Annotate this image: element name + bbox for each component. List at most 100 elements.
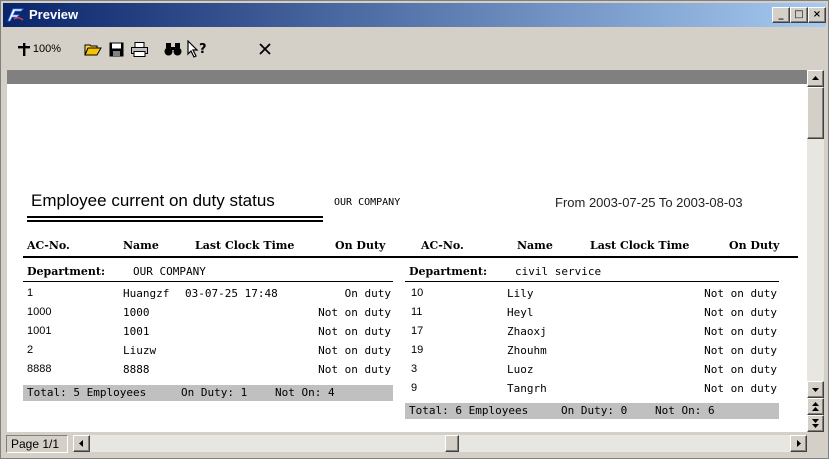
cell-name: Huangzf [123, 287, 170, 300]
maximize-button[interactable]: □ [790, 7, 808, 23]
cell-acno: 1000 [27, 306, 52, 318]
help-pointer-icon: ? [187, 40, 207, 58]
page-up-button[interactable] [807, 398, 824, 415]
cell-acno: 1001 [27, 325, 52, 337]
title-underline-1 [27, 216, 323, 218]
title-bar[interactable]: Preview _ □ × [3, 3, 826, 27]
toolbar: 100% ? [3, 29, 826, 67]
preview-window: Preview _ □ × 100% ? Employee current on… [0, 0, 829, 459]
department-name-right: civil service [515, 265, 602, 278]
cell-status: On duty [344, 287, 391, 300]
page-indicator: Page 1/1 [6, 435, 68, 453]
zoom-level: 100% [32, 43, 62, 55]
cell-acno: 2 [27, 344, 34, 356]
maximize-icon: □ [794, 9, 804, 20]
double-arrow-down-icon [812, 419, 819, 428]
scroll-up-button[interactable] [807, 70, 824, 87]
minimize-button[interactable]: _ [772, 7, 790, 23]
cell-status: Not on duty [704, 382, 777, 395]
cell-status: Not on duty [318, 306, 391, 319]
cell-acno: 1 [27, 287, 34, 299]
report-page[interactable]: Employee current on duty status OUR COMP… [7, 70, 807, 432]
department-label-right: Department: [409, 265, 488, 278]
arrow-right-icon [797, 440, 801, 447]
col-header-acno-right: AC-No. [421, 239, 464, 252]
cell-time: 03-07-25 17:48 [185, 287, 278, 300]
cell-status: Not on duty [704, 325, 777, 338]
report-date-range: From 2003-07-25 To 2003-08-03 [555, 195, 743, 210]
print-button[interactable] [128, 38, 150, 60]
cell-name: Zhouhm [507, 344, 547, 357]
scroll-thumb[interactable] [807, 87, 824, 139]
find-button[interactable] [162, 38, 184, 60]
cell-acno: 17 [411, 325, 424, 337]
arrow-up-icon [812, 76, 819, 80]
svg-text:?: ? [199, 42, 207, 57]
total-bar-left: Total: 5 Employees On Duty: 1 Not On: 4 [23, 385, 393, 401]
col-header-name-right: Name [517, 239, 553, 252]
total-not-on-left: Not On: 4 [275, 386, 335, 399]
close-x-icon [259, 43, 271, 55]
scroll-right-button[interactable] [790, 435, 807, 452]
report-title: Employee current on duty status [31, 191, 275, 210]
cell-status: Not on duty [704, 306, 777, 319]
total-employees-right: Total: 6 Employees [409, 404, 529, 417]
report-company: OUR COMPANY [334, 197, 401, 208]
department-rule-right [405, 281, 779, 282]
cell-status: Not on duty [704, 344, 777, 357]
title-underline-2 [27, 220, 323, 222]
cell-acno: 11 [411, 306, 423, 318]
close-icon: × [812, 9, 822, 20]
total-bar-right: Total: 6 Employees On Duty: 0 Not On: 6 [405, 403, 779, 419]
save-button[interactable] [106, 38, 126, 60]
cell-status: Not on duty [704, 363, 777, 376]
total-not-on-right: Not On: 6 [655, 404, 715, 417]
floppy-disk-icon [109, 42, 123, 56]
cell-name: 1001 [123, 325, 150, 338]
scroll-left-button[interactable] [73, 435, 90, 452]
cell-status: Not on duty [704, 287, 777, 300]
horizontal-scrollbar[interactable] [73, 435, 807, 452]
cell-status: Not on duty [318, 344, 391, 357]
zoom-cross-icon [17, 43, 30, 56]
header-rule [23, 256, 798, 258]
zoom-button[interactable]: 100% [13, 38, 65, 60]
close-preview-button[interactable] [255, 38, 275, 60]
scroll-down-button[interactable] [807, 381, 824, 398]
department-rule-left [23, 281, 393, 282]
cell-name: Luoz [507, 363, 534, 376]
col-header-acno-left: AC-No. [27, 239, 70, 252]
folder-open-icon [84, 44, 102, 56]
cell-status: Not on duty [318, 363, 391, 376]
horizontal-scroll-thumb[interactable] [445, 435, 459, 452]
cell-name: Liuzw [123, 344, 157, 357]
double-arrow-up-icon [812, 402, 819, 411]
cell-acno: 19 [411, 344, 424, 356]
department-name-left: OUR COMPANY [133, 265, 206, 278]
window-title: Preview [29, 7, 79, 22]
col-header-name-left: Name [123, 239, 159, 252]
total-on-duty-right: On Duty: 0 [561, 404, 628, 417]
total-on-duty-left: On Duty: 1 [181, 386, 248, 399]
page-gray-band [7, 70, 807, 84]
cell-name: 1000 [123, 306, 150, 319]
help-button[interactable]: ? [184, 38, 210, 60]
page-down-button[interactable] [807, 415, 824, 432]
cell-acno: 3 [411, 363, 418, 375]
arrow-left-icon [79, 440, 83, 447]
arrow-down-icon [812, 388, 819, 392]
app-logo-icon [7, 8, 24, 22]
status-bar: Page 1/1 [3, 432, 826, 456]
col-header-duty-right: On Duty [729, 239, 780, 252]
cell-name: Heyl [507, 306, 534, 319]
open-button[interactable] [82, 38, 104, 60]
cell-acno: 8888 [27, 363, 52, 375]
col-header-duty-left: On Duty [335, 239, 386, 252]
binoculars-icon [164, 43, 182, 56]
cell-name: 8888 [123, 363, 150, 376]
vertical-scrollbar[interactable] [807, 70, 824, 432]
close-button[interactable]: × [808, 7, 826, 23]
cell-acno: 10 [411, 287, 424, 299]
cell-status: Not on duty [318, 325, 391, 338]
department-label-left: Department: [27, 265, 106, 278]
